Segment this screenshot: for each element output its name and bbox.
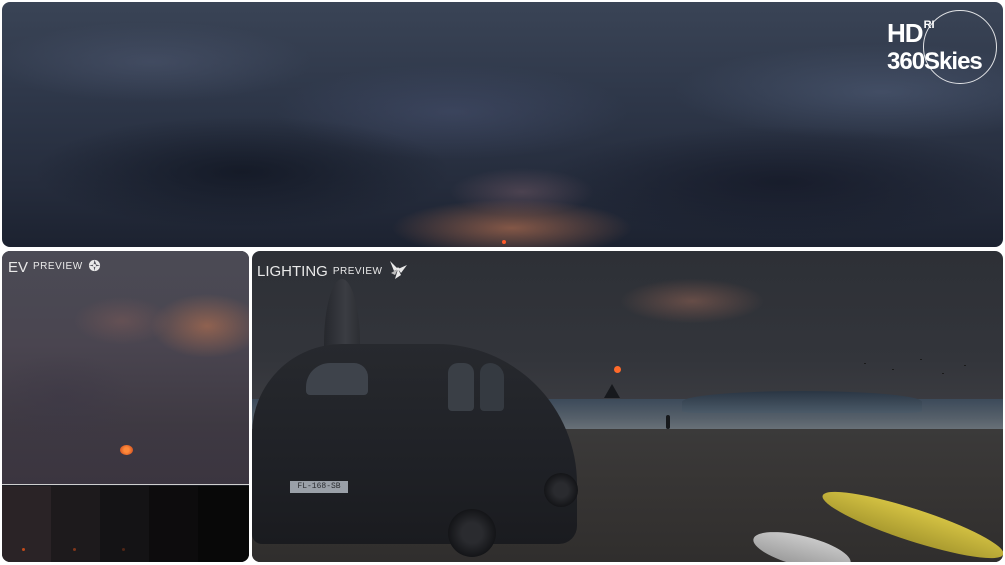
ev-step-5	[198, 486, 249, 562]
car-side-window	[448, 363, 474, 411]
sun	[614, 366, 621, 373]
car-rear-window	[306, 363, 368, 395]
sun-dot	[122, 548, 125, 551]
logo-hd: HD	[887, 18, 924, 48]
aperture-icon	[88, 259, 101, 275]
car-side-window	[480, 363, 504, 411]
hdri-sky-panorama: HDRI 360Skies	[2, 2, 1003, 247]
sun-marker	[502, 240, 506, 244]
bird	[942, 373, 944, 374]
ev-step-4	[149, 486, 198, 562]
ev-label-main: EV	[8, 258, 29, 276]
logo-ri: RI	[923, 19, 935, 31]
sun	[120, 445, 133, 455]
license-plate: FL-168-SB	[290, 481, 348, 493]
sun-dot	[73, 548, 76, 551]
hdri-360-skies-logo: HDRI 360Skies	[885, 10, 999, 86]
ev-preview-panel: EV PREVIEW	[2, 251, 249, 562]
bird	[920, 359, 922, 360]
sailboat	[604, 384, 620, 398]
wave	[682, 391, 922, 413]
logo-skies: Skies	[924, 48, 983, 75]
car-wheel	[448, 509, 496, 557]
ev-step-3	[100, 486, 149, 562]
ev-label-small: PREVIEW	[33, 261, 83, 272]
bird	[892, 369, 894, 370]
light-rays-icon	[387, 259, 409, 284]
person-silhouette	[666, 415, 670, 429]
bird	[964, 365, 966, 366]
ev-step-2	[51, 486, 100, 562]
sun-dot	[22, 548, 25, 551]
ev-step-1	[2, 486, 51, 562]
ev-preview-label: EV PREVIEW	[8, 259, 101, 275]
car-wheel	[544, 473, 578, 507]
logo-360: 360	[887, 48, 925, 75]
bird	[864, 363, 866, 364]
lighting-preview-label: LIGHTING PREVIEW	[257, 259, 409, 284]
lighting-label-main: LIGHTING	[257, 263, 328, 280]
ev-preview-image	[2, 251, 249, 485]
lighting-label-small: PREVIEW	[332, 265, 383, 277]
lighting-preview-panel: FL-168-SB LIGHTING PREVIEW	[252, 251, 1003, 562]
logo-line-1: HDRI	[887, 18, 935, 48]
vintage-car	[252, 344, 577, 544]
logo-line-2: 360Skies	[887, 48, 983, 75]
